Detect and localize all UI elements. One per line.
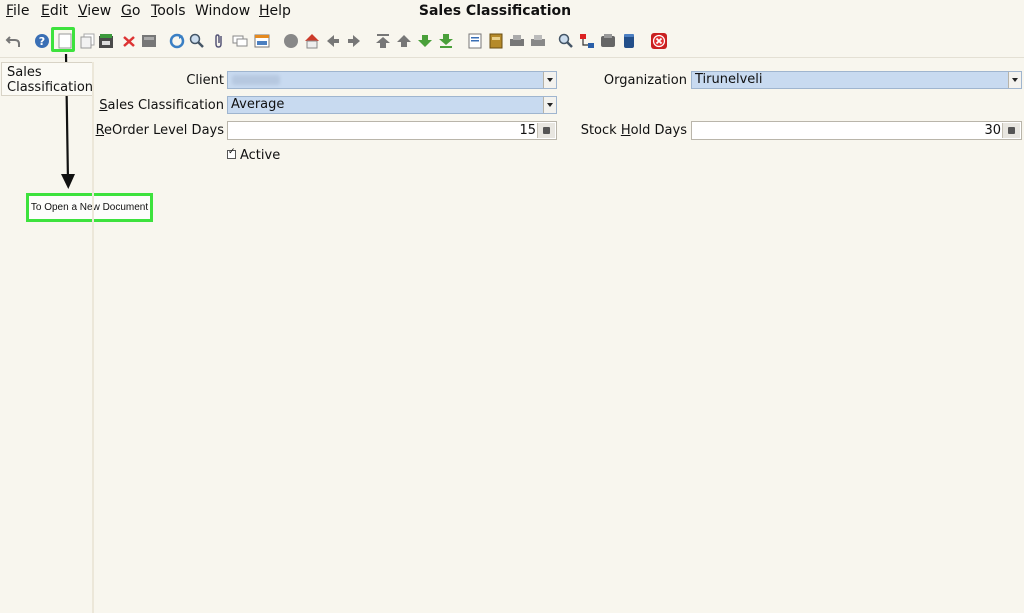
- print-icon[interactable]: [530, 33, 546, 49]
- chat-icon[interactable]: [232, 33, 248, 49]
- save-icon[interactable]: [98, 33, 114, 49]
- menu-edit[interactable]: Edit: [41, 2, 68, 20]
- menu-view[interactable]: View: [78, 2, 111, 20]
- back-icon[interactable]: [325, 33, 341, 49]
- product-info-icon[interactable]: [621, 33, 637, 49]
- reorder-level-days-label: ReOrder Level Days: [95, 123, 224, 138]
- stock-hold-days-label: Stock Hold Days: [580, 123, 687, 138]
- menu-tools[interactable]: Tools: [151, 2, 186, 20]
- close-window-icon[interactable]: [651, 33, 667, 49]
- menu-edit-rest: dit: [49, 3, 69, 19]
- report-icon[interactable]: [467, 33, 483, 49]
- menu-file-rest: ile: [13, 3, 30, 19]
- reorder-level-days-value: 15: [519, 123, 536, 138]
- tab-label-line2: Classification: [7, 80, 94, 95]
- menu-help-rest: elp: [269, 3, 291, 19]
- menu-view-rest: iew: [87, 3, 112, 19]
- process-icon[interactable]: [600, 33, 616, 49]
- client-label: Client: [186, 73, 224, 88]
- stock-hold-days-value: 30: [984, 123, 1001, 138]
- menu-go[interactable]: Go: [121, 2, 140, 20]
- organization-field[interactable]: Tirunelveli: [691, 71, 1022, 89]
- next-record-icon[interactable]: [417, 33, 433, 49]
- archive-icon[interactable]: [488, 33, 504, 49]
- print-preview-icon[interactable]: [509, 33, 525, 49]
- refresh-icon[interactable]: [169, 33, 185, 49]
- tab-label-line1: Sales: [7, 65, 42, 80]
- first-record-icon[interactable]: [375, 33, 391, 49]
- undo-icon[interactable]: [5, 33, 21, 49]
- active-checkbox[interactable]: [227, 147, 236, 159]
- menu-file[interactable]: File: [6, 2, 29, 20]
- copy-record-icon[interactable]: [80, 33, 96, 49]
- client-field[interactable]: [227, 71, 557, 89]
- zoom-across-icon[interactable]: [558, 33, 574, 49]
- forward-icon[interactable]: [346, 33, 362, 49]
- workflow-icon[interactable]: [579, 33, 595, 49]
- record-form: Client Organization Tirunelveli Sales Cl…: [94, 62, 1024, 613]
- menu-help[interactable]: Help: [259, 2, 291, 20]
- attachment-icon[interactable]: [211, 33, 227, 49]
- organization-dropdown-button[interactable]: [1008, 72, 1021, 88]
- sales-classification-dropdown-button[interactable]: [543, 97, 556, 113]
- svg-text:?: ?: [39, 35, 45, 48]
- sidebar: Sales Classification: [0, 62, 94, 613]
- menu-window[interactable]: Window: [195, 2, 250, 20]
- toolbar: ?: [0, 25, 1024, 58]
- organization-value: Tirunelveli: [695, 72, 763, 87]
- sales-classification-label: Sales Classification: [99, 98, 224, 113]
- sales-classification-value: Average: [231, 97, 285, 112]
- active-label: Active: [240, 148, 281, 163]
- history-icon[interactable]: [283, 33, 299, 49]
- menu-tools-rest: ools: [157, 3, 186, 19]
- calculator-icon[interactable]: [1002, 123, 1020, 138]
- sales-classification-field[interactable]: Average: [227, 96, 557, 114]
- find-icon[interactable]: [141, 33, 157, 49]
- delete-icon[interactable]: [121, 33, 137, 49]
- client-value-redacted: [232, 75, 280, 85]
- calculator-icon[interactable]: [537, 123, 555, 138]
- menu-go-rest: o: [131, 3, 141, 19]
- grid-toggle-icon[interactable]: [254, 33, 270, 49]
- tab-sales-classification[interactable]: Sales Classification: [1, 62, 94, 96]
- help-icon[interactable]: ?: [34, 33, 50, 49]
- menu-bar: File Edit View Go Tools Window Help Sale…: [0, 0, 1024, 22]
- window-title: Sales Classification: [418, 3, 572, 19]
- organization-label: Organization: [603, 73, 687, 88]
- stock-hold-days-field[interactable]: 30: [691, 121, 1022, 140]
- last-record-icon[interactable]: [438, 33, 454, 49]
- new-document-highlight: [51, 27, 75, 52]
- reorder-level-days-field[interactable]: 15: [227, 121, 557, 140]
- zoom-search-icon[interactable]: [189, 33, 205, 49]
- previous-record-icon[interactable]: [396, 33, 412, 49]
- home-icon[interactable]: [304, 33, 320, 49]
